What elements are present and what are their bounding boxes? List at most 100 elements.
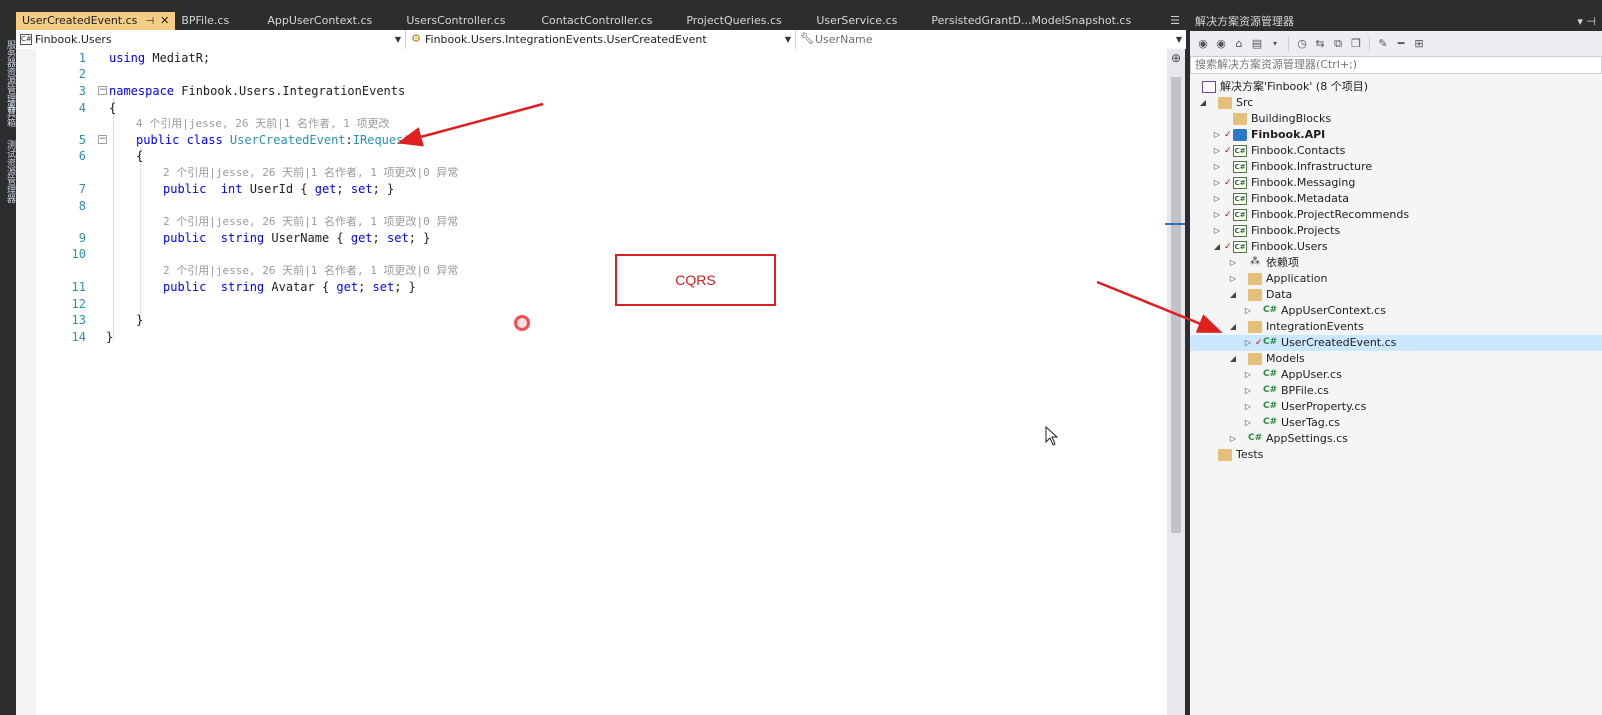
scrollbar-thumb[interactable] (1171, 77, 1181, 533)
tab-userscontroller[interactable]: UsersController.cs (400, 12, 535, 30)
history-icon[interactable]: ◷ (1295, 37, 1309, 51)
collapsed-arrow-icon[interactable]: ▷ (1212, 143, 1222, 159)
tab-bpfile[interactable]: BPFile.cs (175, 12, 261, 30)
code-line-13: } (136, 313, 144, 327)
tree-item-finbook-users[interactable]: ◢ ✓ C# Finbook.Users (1190, 239, 1602, 255)
folder-icon (1233, 113, 1247, 125)
collapsed-arrow-icon[interactable]: ▷ (1243, 415, 1253, 431)
preview-icon[interactable]: ━ (1394, 37, 1408, 51)
editor-vertical-scrollbar[interactable]: ⊕ (1165, 49, 1185, 715)
collapse-namespace-icon[interactable]: − (98, 86, 107, 95)
tree-item-appsettings[interactable]: ▷ C# AppSettings.cs (1190, 431, 1602, 447)
tab-appusercontext[interactable]: AppUserContext.cs (261, 12, 400, 30)
tree-item-userproperty[interactable]: ▷ C# UserProperty.cs (1190, 399, 1602, 415)
tree-item-models[interactable]: ◢ Models (1190, 351, 1602, 367)
tree-item-label: Data (1266, 288, 1293, 301)
tree-item-label: BPFile.cs (1281, 384, 1329, 397)
collapsed-arrow-icon[interactable]: ▷ (1212, 191, 1222, 207)
collapsed-arrow-icon[interactable]: ▷ (1228, 431, 1238, 447)
cqrs-annotation-label: CQRS (675, 272, 716, 288)
tree-item-finbook-projects[interactable]: ▷ C# Finbook.Projects (1190, 223, 1602, 239)
tab-usercreatedevent[interactable]: UserCreatedEvent.cs ⊣ ✕ (16, 12, 176, 30)
codelens-userid[interactable]: 2 个引用|jesse, 26 天前|1 名作者, 1 项更改|0 异常 (163, 166, 458, 180)
split-window-icon[interactable]: ⊕ (1170, 51, 1182, 65)
tree-item-label: BuildingBlocks (1251, 112, 1332, 125)
folder-icon (1248, 273, 1262, 285)
collapsed-arrow-icon[interactable]: ▷ (1243, 303, 1253, 319)
sync-icon[interactable]: ⇆ (1313, 37, 1327, 51)
tree-item-tests[interactable]: Tests (1190, 447, 1602, 463)
close-icon[interactable]: ✕ (160, 14, 169, 27)
tree-item-appuser[interactable]: ▷ C# AppUser.cs (1190, 367, 1602, 383)
tree-item-finbook-messaging[interactable]: ▷ ✓ C# Finbook.Messaging (1190, 175, 1602, 191)
collapsed-arrow-icon[interactable]: ▷ (1212, 159, 1222, 175)
code-editor[interactable]: 1 2 3 4 5 6 7 8 9 10 11 12 13 14 − − usi… (16, 49, 1167, 715)
class-view-icon[interactable]: ⊞ (1412, 37, 1426, 51)
tree-item-finbook-api[interactable]: ▷ ✓ Finbook.API (1190, 127, 1602, 143)
collapse-class-icon[interactable]: − (98, 135, 107, 144)
tree-item-label: UserTag.cs (1281, 416, 1340, 429)
show-all-files-icon[interactable]: ❐ (1349, 37, 1363, 51)
pin-icon[interactable]: ⊣ (145, 16, 154, 27)
tree-item-label: Finbook.Infrastructure (1251, 160, 1373, 173)
tree-item-usertag[interactable]: ▷ C# UserTag.cs (1190, 415, 1602, 431)
expanded-arrow-icon[interactable]: ◢ (1212, 239, 1222, 255)
collapsed-arrow-icon[interactable]: ▷ (1212, 175, 1222, 191)
collapsed-arrow-icon[interactable]: ▷ (1243, 335, 1253, 351)
collapsed-arrow-icon[interactable]: ▷ (1212, 127, 1222, 143)
collapsed-arrow-icon[interactable]: ▷ (1243, 399, 1253, 415)
collapsed-arrow-icon[interactable]: ▷ (1228, 255, 1238, 271)
solution-search-input[interactable]: 搜索解决方案资源管理器(Ctrl+;) (1190, 56, 1602, 74)
home-icon[interactable]: ⌂ (1232, 37, 1246, 51)
tree-item-label: Src (1236, 96, 1254, 109)
tree-item-buildingblocks[interactable]: BuildingBlocks (1190, 111, 1602, 127)
tab-overflow-icon[interactable]: ☰ (1170, 12, 1180, 30)
project-dropdown[interactable]: C# Finbook.Users ▼ (16, 30, 406, 49)
tree-item-dependencies[interactable]: ▷ ⁂ 依赖项 (1190, 255, 1602, 271)
tree-item-label: Finbook.Messaging (1251, 176, 1356, 189)
collapsed-arrow-icon[interactable]: ▷ (1212, 207, 1222, 223)
tree-item-usercreatedevent[interactable]: ▷ ✓ C# UserCreatedEvent.cs (1190, 335, 1602, 351)
member-dropdown[interactable]: 🔧︎ UserName ▼ (796, 30, 1186, 49)
tab-projectqueries[interactable]: ProjectQueries.cs (680, 12, 810, 30)
switch-views-icon[interactable]: ▤ (1250, 37, 1264, 51)
expanded-arrow-icon[interactable]: ◢ (1228, 287, 1238, 303)
tree-item-finbook-projectrecommends[interactable]: ▷ ✓ C# Finbook.ProjectRecommends (1190, 207, 1602, 223)
toolbox-tab[interactable]: 工具箱 (2, 100, 15, 127)
test-explorer-tab[interactable]: 测试资源管理器 (2, 140, 15, 203)
type-dropdown[interactable]: ⚙ Finbook.Users.IntegrationEvents.UserCr… (406, 30, 796, 49)
tree-item-application[interactable]: ▷ Application (1190, 271, 1602, 287)
tab-persistedgrant-snapshot[interactable]: PersistedGrantD...ModelSnapshot.cs (925, 12, 1137, 30)
codelens-class[interactable]: 4 个引用|jesse, 26 天前|1 名作者, 1 项更改 (136, 117, 389, 131)
toolbar-separator (1288, 36, 1289, 51)
back-icon[interactable]: ◉ (1196, 37, 1210, 51)
tab-contactcontroller[interactable]: ContactController.cs (535, 12, 680, 30)
expanded-arrow-icon[interactable]: ◢ (1228, 351, 1238, 367)
collapsed-arrow-icon[interactable]: ▷ (1243, 383, 1253, 399)
tree-item-finbook-infrastructure[interactable]: ▷ C# Finbook.Infrastructure (1190, 159, 1602, 175)
expanded-arrow-icon[interactable]: ◢ (1198, 95, 1208, 111)
codelens-avatar[interactable]: 2 个引用|jesse, 26 天前|1 名作者, 1 项更改|0 异常 (163, 264, 458, 278)
forward-icon[interactable]: ◉ (1214, 37, 1228, 51)
collapsed-arrow-icon[interactable]: ▷ (1243, 367, 1253, 383)
checked-in-icon: ✓ (1224, 242, 1232, 252)
tree-item-bpfile[interactable]: ▷ C# BPFile.cs (1190, 383, 1602, 399)
panel-options-icon[interactable]: ▾ ⊣ (1577, 12, 1596, 31)
collapse-all-icon[interactable]: ⧉ (1331, 37, 1345, 51)
properties-icon[interactable]: ✎ (1376, 37, 1390, 51)
tree-item-data[interactable]: ◢ Data (1190, 287, 1602, 303)
tree-item-integrationevents[interactable]: ◢ IntegrationEvents (1190, 319, 1602, 335)
codelens-username[interactable]: 2 个引用|jesse, 26 天前|1 名作者, 1 项更改|0 异常 (163, 215, 458, 229)
collapsed-arrow-icon[interactable]: ▷ (1212, 223, 1222, 239)
tree-item-label: Finbook.Users (1251, 240, 1328, 253)
tab-userservice[interactable]: UserService.cs (810, 12, 925, 30)
tree-item-finbook-metadata[interactable]: ▷ C# Finbook.Metadata (1190, 191, 1602, 207)
tree-item-solution[interactable]: 解决方案'Finbook' (8 个项目) (1190, 79, 1602, 95)
tree-item-src[interactable]: ◢ Src (1190, 95, 1602, 111)
tree-item-finbook-contacts[interactable]: ▷ ✓ C# Finbook.Contacts (1190, 143, 1602, 159)
chevron-down-icon[interactable]: ▾ (1268, 37, 1282, 51)
solution-explorer-title: 解决方案资源管理器 ▾ ⊣ (1190, 12, 1602, 31)
collapsed-arrow-icon[interactable]: ▷ (1228, 271, 1238, 287)
tree-item-appusercontext[interactable]: ▷ C# AppUserContext.cs (1190, 303, 1602, 319)
expanded-arrow-icon[interactable]: ◢ (1228, 319, 1238, 335)
